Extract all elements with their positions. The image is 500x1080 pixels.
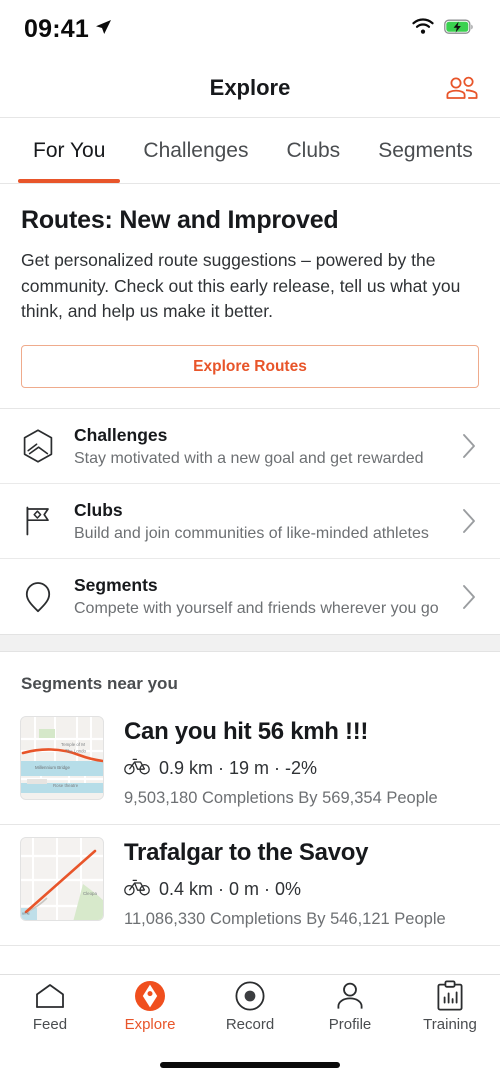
tab-challenges[interactable]: Challenges — [124, 118, 267, 183]
home-icon — [34, 981, 66, 1011]
segment-list-item-1[interactable]: Temple of M The Londo Millennium Bridge … — [0, 704, 500, 826]
segment-completions: 9,503,180 Completions By 569,354 People — [124, 789, 438, 808]
nav-row-title: Challenges — [74, 424, 168, 445]
svg-text:ume: ume — [22, 911, 31, 916]
segment-stats: 0.9 km · 19 m · -2% — [124, 756, 480, 780]
segment-info: Can you hit 56 kmh !!! 0.9 km · 19 m · -… — [124, 716, 480, 808]
promo-description: Get personalized route suggestions – pow… — [21, 250, 461, 322]
home-indicator-pill — [160, 1062, 340, 1068]
bottom-nav-label: Feed — [32, 1016, 68, 1033]
hexagon-challenge-icon — [20, 428, 56, 464]
chevron-right-icon — [458, 584, 480, 610]
svg-text:Cleopa: Cleopa — [83, 891, 97, 896]
nav-row-text: Clubs Build and join communities of like… — [74, 500, 440, 543]
tab-label: Segments — [378, 138, 473, 162]
segment-info: Trafalgar to the Savoy 0.4 km · 0 m · 0% — [124, 837, 480, 929]
page-title: Explore — [209, 74, 291, 100]
person-icon — [335, 981, 365, 1011]
bottom-nav-feed[interactable]: Feed — [0, 981, 100, 1033]
promo-title: Routes: New and Improved — [21, 206, 339, 234]
status-bar: 09:41 — [0, 0, 500, 58]
section-divider — [0, 634, 500, 653]
clipboard-chart-icon — [435, 980, 465, 1011]
segment-completions: 11,086,330 Completions By 546,121 People — [124, 910, 446, 929]
bicycle-icon — [124, 877, 150, 901]
nav-row-subtitle: Stay motivated with a new goal and get r… — [74, 449, 424, 467]
record-dot-icon — [234, 981, 266, 1011]
app-screen: 09:41 Explore For You Challenges Clubs S… — [0, 0, 500, 1080]
tab-label: Challenges — [143, 138, 249, 162]
bottom-nav-label: Training — [423, 1016, 477, 1033]
bottom-nav-label: Profile — [328, 1016, 372, 1033]
explore-routes-button[interactable]: Explore Routes — [21, 345, 479, 389]
tab-for-you[interactable]: For You — [14, 118, 124, 183]
svg-text:Millennium Bridge: Millennium Bridge — [35, 765, 70, 770]
segment-map-thumbnail: Cleopa ume — [20, 837, 104, 922]
status-bar-right — [412, 18, 474, 40]
home-indicator — [0, 1050, 500, 1080]
nav-row-text: Segments Compete with yourself and frien… — [74, 575, 440, 618]
routes-promo-card: Routes: New and Improved Get personalize… — [0, 184, 500, 408]
bottom-nav-label: Record — [225, 1016, 275, 1033]
svg-text:Rose theatre: Rose theatre — [53, 783, 79, 788]
tab-label: For You — [33, 138, 106, 162]
tab-clubs[interactable]: Clubs — [267, 118, 359, 183]
flag-club-icon — [20, 503, 56, 539]
scroll-content[interactable]: Routes: New and Improved Get personalize… — [0, 184, 500, 974]
segments-section-heading: Segments near you — [21, 674, 178, 694]
svg-text:The Londo: The Londo — [65, 749, 87, 754]
bottom-nav-label: Explore — [124, 1016, 176, 1033]
bottom-nav-profile[interactable]: Profile — [300, 981, 400, 1033]
bicycle-icon — [124, 756, 150, 780]
tab-segments[interactable]: Segments — [359, 118, 492, 183]
svg-text:Temple of M: Temple of M — [61, 742, 85, 747]
bottom-navigation: Feed Explore Record Profile Training — [0, 974, 500, 1050]
nav-row-subtitle: Build and join communities of like-minde… — [74, 524, 429, 542]
segment-stats-text: 0.4 km · 0 m · 0% — [159, 878, 302, 899]
battery-charging-icon — [444, 19, 474, 40]
wifi-icon — [412, 18, 434, 40]
explore-compass-icon — [133, 981, 167, 1011]
app-header: Explore — [0, 58, 500, 118]
bottom-nav-explore[interactable]: Explore — [100, 981, 200, 1033]
segment-stats-text: 0.9 km · 19 m · -2% — [159, 757, 318, 778]
location-arrow-icon — [93, 17, 113, 42]
status-time: 09:41 — [24, 14, 89, 43]
segment-title: Trafalgar to the Savoy — [124, 839, 369, 867]
nav-row-text: Challenges Stay motivated with a new goa… — [74, 425, 440, 468]
people-group-icon[interactable] — [444, 75, 480, 101]
tab-label: Clubs — [286, 138, 341, 162]
nav-row-segments[interactable]: Segments Compete with yourself and frien… — [0, 559, 500, 634]
nav-row-subtitle: Compete with yourself and friends wherev… — [74, 600, 439, 618]
segment-title: Can you hit 56 kmh !!! — [124, 718, 369, 746]
nav-row-title: Clubs — [74, 499, 123, 520]
nav-row-challenges[interactable]: Challenges Stay motivated with a new goa… — [0, 409, 500, 485]
status-bar-left: 09:41 — [24, 15, 113, 44]
nav-row-title: Segments — [74, 575, 158, 596]
chevron-right-icon — [458, 433, 480, 459]
bottom-nav-record[interactable]: Record — [200, 981, 300, 1033]
nav-row-clubs[interactable]: Clubs Build and join communities of like… — [0, 484, 500, 560]
pin-segment-icon — [20, 579, 56, 615]
segment-list-item-2[interactable]: Cleopa ume Trafalgar to the Savoy 0.4 km… — [0, 825, 500, 947]
discover-list: Challenges Stay motivated with a new goa… — [0, 408, 500, 634]
bottom-nav-training[interactable]: Training — [400, 980, 500, 1033]
tab-bar: For You Challenges Clubs Segments — [0, 118, 500, 184]
chevron-right-icon — [458, 508, 480, 534]
segment-stats: 0.4 km · 0 m · 0% — [124, 877, 480, 901]
segment-map-thumbnail: Temple of M The Londo Millennium Bridge … — [20, 716, 104, 801]
